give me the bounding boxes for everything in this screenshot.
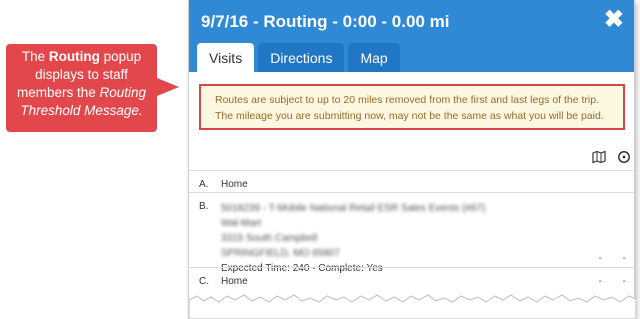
close-icon[interactable]: ✖ [604, 8, 624, 32]
visit-dash: - [622, 253, 626, 264]
visit-store-name: Wal-Mart [221, 218, 262, 229]
tab-map[interactable]: Map [348, 43, 400, 72]
visit-letter: B. [199, 201, 209, 212]
visit-letter: C. [199, 276, 209, 287]
annotation-callout: The Routing popup displays to staff memb… [6, 44, 157, 132]
visit-city-state-zip: SPRINGFIELD, MO 65807 [221, 248, 340, 259]
visit-letter: A. [199, 179, 209, 190]
callout-arrow [157, 78, 179, 96]
visit-dash: - [598, 276, 602, 287]
map-icon[interactable] [592, 150, 606, 164]
routing-popup: 9/7/16 - Routing - 0:00 - 0.00 mi ✖ Visi… [188, 0, 636, 319]
callout-text-pre: The [21, 49, 49, 64]
clock-icon[interactable] [617, 150, 631, 164]
tab-directions[interactable]: Directions [258, 43, 345, 72]
torn-edge [189, 294, 636, 319]
visit-list: A. Home B. 5018239 - T-Mobile National R… [189, 170, 634, 297]
visit-name: Home [221, 179, 248, 190]
list-item[interactable]: B. 5018239 - T-Mobile National Retail ES… [189, 192, 634, 274]
visit-event-name: 5018239 - T-Mobile National Retail ESR S… [221, 203, 486, 214]
tab-bar: Visits Directions Map [197, 43, 400, 72]
popup-title: 9/7/16 - Routing - 0:00 - 0.00 mi [201, 12, 450, 31]
popup-header: 9/7/16 - Routing - 0:00 - 0.00 mi ✖ Visi… [189, 0, 634, 72]
list-item[interactable]: A. Home [189, 170, 634, 192]
visit-details: 5018239 - T-Mobile National Retail ESR S… [221, 201, 485, 276]
visit-dash: - [598, 253, 602, 264]
callout-text-bold: Routing [48, 49, 100, 64]
screenshot-stage: The Routing popup displays to staff memb… [0, 0, 640, 319]
visit-name: Home [221, 276, 248, 287]
visit-street-address: 3315 South Campbell [221, 233, 318, 244]
tab-visits[interactable]: Visits [197, 43, 255, 72]
visit-dash: - [622, 276, 626, 287]
routing-threshold-message: Routes are subject to up to 20 miles rem… [199, 84, 625, 130]
